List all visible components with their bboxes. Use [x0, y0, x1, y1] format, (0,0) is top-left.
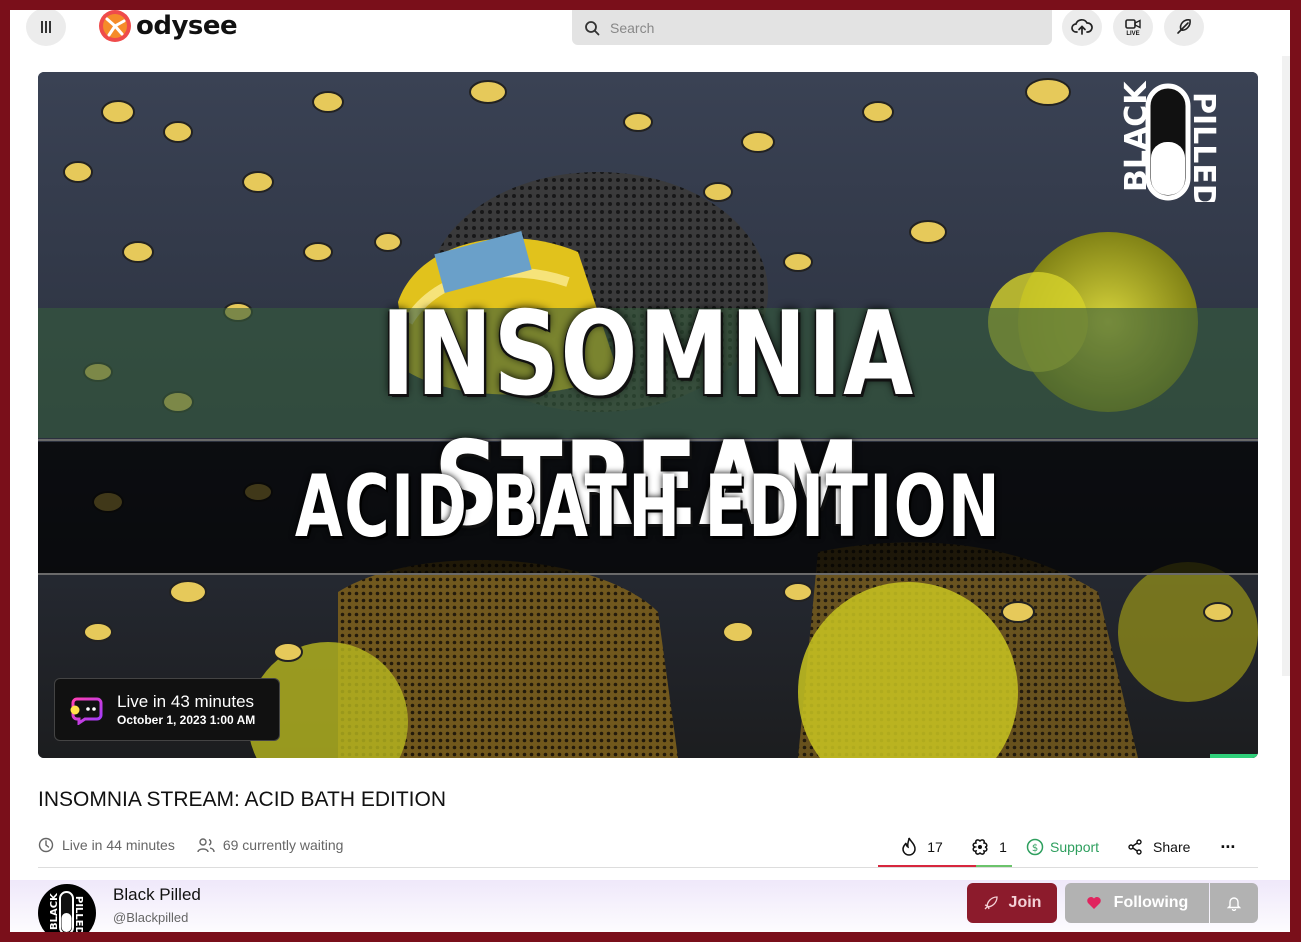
support-label: Support	[1050, 839, 1100, 855]
go-live-button[interactable]: LIVE	[1113, 10, 1153, 46]
live-label: LIVE	[1126, 30, 1140, 37]
slime-reaction-button[interactable]: 1	[966, 832, 1012, 862]
more-dots-icon: ···	[1220, 836, 1236, 857]
actions-divider	[38, 867, 1258, 868]
avatar-text-pilled: PILLED	[73, 896, 84, 932]
live-in-text: Live in 44 minutes	[62, 837, 175, 853]
dollar-circle-icon: $	[1026, 838, 1044, 856]
upload-button[interactable]	[1062, 10, 1102, 46]
more-options-button[interactable]: ···	[1220, 832, 1236, 862]
search-bar[interactable]	[572, 10, 1052, 45]
following-button[interactable]: Following	[1065, 883, 1209, 923]
support-button[interactable]: $ Support	[1026, 832, 1099, 862]
search-icon	[585, 20, 600, 35]
browser-viewport: odysee LIVE	[10, 10, 1290, 932]
badge-text-pilled: PILLED	[1186, 92, 1221, 202]
live-countdown-notice: Live in 43 minutes October 1, 2023 1:00 …	[54, 678, 280, 741]
thumbnail-subheadline: ACID BATH EDITION	[294, 457, 1002, 557]
logo-text: odysee	[136, 11, 238, 41]
hamburger-icon	[41, 21, 51, 33]
rocket-icon	[984, 896, 998, 910]
share-icon	[1128, 839, 1142, 855]
waiting-count-text: 69 currently waiting	[222, 837, 344, 853]
join-button[interactable]: Join	[967, 883, 1057, 923]
following-label: Following	[1113, 894, 1189, 911]
odysee-logo-icon	[99, 10, 131, 42]
channel-name[interactable]: Black Pilled	[113, 885, 201, 905]
menu-button[interactable]	[26, 10, 66, 46]
share-button[interactable]: Share	[1127, 832, 1190, 862]
share-label: Share	[1153, 839, 1191, 855]
fire-reaction-button[interactable]: 17	[878, 832, 966, 862]
channel-handle[interactable]: @Blackpilled	[113, 910, 188, 925]
video-player[interactable]: INSOMNIA STREAM ACID BATH EDITION BLACK …	[38, 72, 1258, 758]
player-progress-indicator	[1210, 754, 1258, 758]
live-chat-icon	[70, 697, 103, 725]
video-camera-icon	[1125, 18, 1141, 29]
video-actions: 17 1 $ Support Share ···	[878, 832, 1236, 862]
bell-icon	[1227, 897, 1241, 911]
users-icon	[197, 838, 215, 853]
page-scrollbar[interactable]	[1282, 56, 1290, 676]
svg-text:$: $	[1032, 843, 1038, 854]
avatar-text-black: BLACK	[49, 892, 60, 930]
fire-count: 17	[927, 839, 943, 855]
black-pilled-badge: BLACK PILLED	[1119, 80, 1221, 202]
clock-icon	[38, 837, 54, 853]
search-input[interactable]	[610, 19, 1030, 36]
slime-icon	[972, 839, 988, 855]
odysee-logo[interactable]: odysee	[98, 10, 238, 44]
slime-count: 1	[999, 839, 1007, 855]
video-title: INSOMNIA STREAM: ACID BATH EDITION	[38, 788, 446, 811]
top-header: odysee LIVE	[10, 10, 1290, 56]
live-countdown-text: Live in 43 minutes	[117, 691, 255, 711]
feather-icon	[1177, 19, 1191, 34]
fire-icon	[902, 837, 916, 856]
video-meta: Live in 44 minutes 69 currently waiting	[38, 837, 357, 853]
join-label: Join	[1008, 894, 1042, 911]
notifications-button[interactable]	[1210, 883, 1258, 923]
live-start-date: October 1, 2023 1:00 AM	[117, 712, 256, 727]
create-post-button[interactable]	[1164, 10, 1204, 46]
heart-icon	[1086, 897, 1101, 909]
cloud-upload-icon	[1071, 19, 1093, 35]
